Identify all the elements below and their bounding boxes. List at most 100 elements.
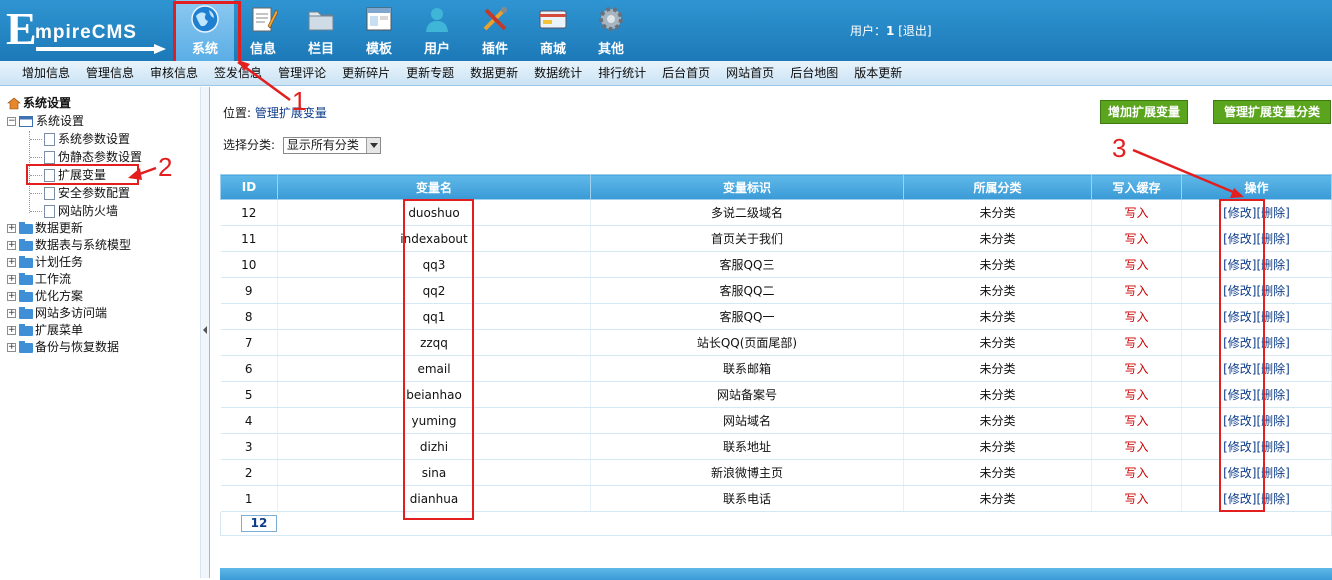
cell-id: 8 [220, 303, 278, 330]
collapse-sidebar-icon[interactable] [203, 326, 207, 334]
delete-link[interactable]: [删除] [1257, 466, 1290, 480]
write-cache-link[interactable]: 写入 [1124, 284, 1148, 298]
delete-link[interactable]: [删除] [1257, 336, 1290, 350]
delete-link[interactable]: [删除] [1257, 258, 1290, 272]
delete-link[interactable]: [删除] [1257, 414, 1290, 428]
edit-link[interactable]: [修改] [1223, 258, 1256, 272]
nav-plugins[interactable]: 插件 [466, 0, 524, 61]
write-cache-link[interactable]: 写入 [1124, 466, 1148, 480]
cell-category: 未分类 [903, 277, 1092, 304]
subnav-admin-map[interactable]: 后台地图 [782, 61, 846, 85]
subnav-review-info[interactable]: 审核信息 [142, 61, 206, 85]
page-number[interactable]: 12 [241, 515, 277, 532]
edit-link[interactable]: [修改] [1223, 206, 1256, 220]
delete-link[interactable]: [删除] [1257, 388, 1290, 402]
tree-folder-tasks[interactable]: + 计划任务 [7, 254, 83, 271]
tree-folder-data-update[interactable]: + 数据更新 [7, 220, 83, 237]
logout-link[interactable]: [退出] [898, 24, 931, 38]
nav-label: 栏目 [307, 42, 334, 57]
subnav-rank-stats[interactable]: 排行统计 [590, 61, 654, 85]
breadcrumb-link[interactable]: 管理扩展变量 [255, 106, 327, 120]
sidebar-splitter[interactable] [200, 87, 210, 578]
folder-icon [308, 11, 334, 31]
edit-link[interactable]: [修改] [1223, 362, 1256, 376]
expand-icon[interactable]: + [7, 241, 16, 250]
nav-other[interactable]: 其他 [582, 0, 640, 61]
expand-icon[interactable]: + [7, 309, 16, 318]
delete-link[interactable]: [删除] [1257, 206, 1290, 220]
edit-link[interactable]: [修改] [1223, 492, 1256, 506]
tree-group-system[interactable]: − 系统设置 [7, 113, 84, 130]
expand-icon[interactable]: + [7, 258, 16, 267]
subnav-version-update[interactable]: 版本更新 [846, 61, 910, 85]
tree-item-firewall[interactable]: 网站防火墙 [30, 203, 118, 220]
tree-folder-workflow[interactable]: + 工作流 [7, 271, 71, 288]
write-cache-link[interactable]: 写入 [1124, 388, 1148, 402]
delete-link[interactable]: [删除] [1257, 492, 1290, 506]
tree-folder-tables[interactable]: + 数据表与系统模型 [7, 237, 131, 254]
tree-item-rewrite-params[interactable]: 伪静态参数设置 [30, 149, 142, 166]
tree-item-sys-params[interactable]: 系统参数设置 [30, 131, 130, 148]
subnav-manage-info[interactable]: 管理信息 [78, 61, 142, 85]
subnav-manage-comments[interactable]: 管理评论 [270, 61, 334, 85]
subnav-data-update[interactable]: 数据更新 [462, 61, 526, 85]
tree-folder-optimize[interactable]: + 优化方案 [7, 288, 83, 305]
write-cache-link[interactable]: 写入 [1124, 336, 1148, 350]
subnav-update-topics[interactable]: 更新专题 [398, 61, 462, 85]
user-info: 用户：1 [退出] [850, 22, 932, 39]
subnav-admin-home[interactable]: 后台首页 [654, 61, 718, 85]
cell-actions: [修改][删除] [1181, 251, 1332, 278]
expand-icon[interactable]: + [7, 275, 16, 284]
edit-link[interactable]: [修改] [1223, 414, 1256, 428]
delete-link[interactable]: [删除] [1257, 440, 1290, 454]
nav-columns[interactable]: 栏目 [292, 0, 350, 61]
write-cache-link[interactable]: 写入 [1124, 362, 1148, 376]
expand-icon[interactable]: + [7, 343, 16, 352]
subnav-data-stats[interactable]: 数据统计 [526, 61, 590, 85]
delete-link[interactable]: [删除] [1257, 310, 1290, 324]
tree-folder-ext-menu[interactable]: + 扩展菜单 [7, 322, 83, 339]
nav-label: 信息 [249, 42, 276, 57]
write-cache-link[interactable]: 写入 [1124, 258, 1148, 272]
write-cache-link[interactable]: 写入 [1124, 440, 1148, 454]
tree-folder-multi-access[interactable]: + 网站多访问端 [7, 305, 107, 322]
tree-item-ext-vars[interactable]: 扩展变量 [30, 167, 106, 184]
tree-folder-backup[interactable]: + 备份与恢复数据 [7, 339, 119, 356]
nav-shop[interactable]: 商城 [524, 0, 582, 61]
subnav-update-fragments[interactable]: 更新碎片 [334, 61, 398, 85]
nav-system[interactable]: 系统 [173, 0, 241, 64]
subnav-sign-info[interactable]: 签发信息 [206, 61, 270, 85]
cell-var-label: 客服QQ三 [590, 251, 904, 278]
expand-icon[interactable]: + [7, 326, 16, 335]
nav-users[interactable]: 用户 [408, 0, 466, 61]
subnav-site-home[interactable]: 网站首页 [718, 61, 782, 85]
tree-item-security[interactable]: 安全参数配置 [30, 185, 130, 202]
edit-link[interactable]: [修改] [1223, 310, 1256, 324]
delete-link[interactable]: [删除] [1257, 232, 1290, 246]
edit-link[interactable]: [修改] [1223, 440, 1256, 454]
edit-link[interactable]: [修改] [1223, 284, 1256, 298]
manage-categories-button[interactable]: 管理扩展变量分类 [1213, 100, 1331, 124]
expand-icon[interactable]: + [7, 292, 16, 301]
write-cache-link[interactable]: 写入 [1124, 232, 1148, 246]
tree-folder-label: 优化方案 [35, 289, 84, 303]
delete-link[interactable]: [删除] [1257, 284, 1290, 298]
edit-link[interactable]: [修改] [1223, 336, 1256, 350]
write-cache-link[interactable]: 写入 [1124, 414, 1148, 428]
nav-info[interactable]: 信息 [234, 0, 292, 61]
tree-root[interactable]: 系统设置 [7, 95, 71, 112]
category-select[interactable]: 显示所有分类 [282, 137, 381, 154]
collapse-icon[interactable]: − [7, 117, 16, 126]
cell-write-cache: 写入 [1091, 225, 1182, 252]
write-cache-link[interactable]: 写入 [1124, 310, 1148, 324]
delete-link[interactable]: [删除] [1257, 362, 1290, 376]
add-variable-button[interactable]: 增加扩展变量 [1100, 100, 1188, 124]
nav-templates[interactable]: 模板 [350, 0, 408, 61]
edit-link[interactable]: [修改] [1223, 232, 1256, 246]
subnav-add-info[interactable]: 增加信息 [0, 61, 78, 85]
expand-icon[interactable]: + [7, 224, 16, 233]
edit-link[interactable]: [修改] [1223, 466, 1256, 480]
edit-link[interactable]: [修改] [1223, 388, 1256, 402]
write-cache-link[interactable]: 写入 [1124, 206, 1148, 220]
write-cache-link[interactable]: 写入 [1124, 492, 1148, 506]
